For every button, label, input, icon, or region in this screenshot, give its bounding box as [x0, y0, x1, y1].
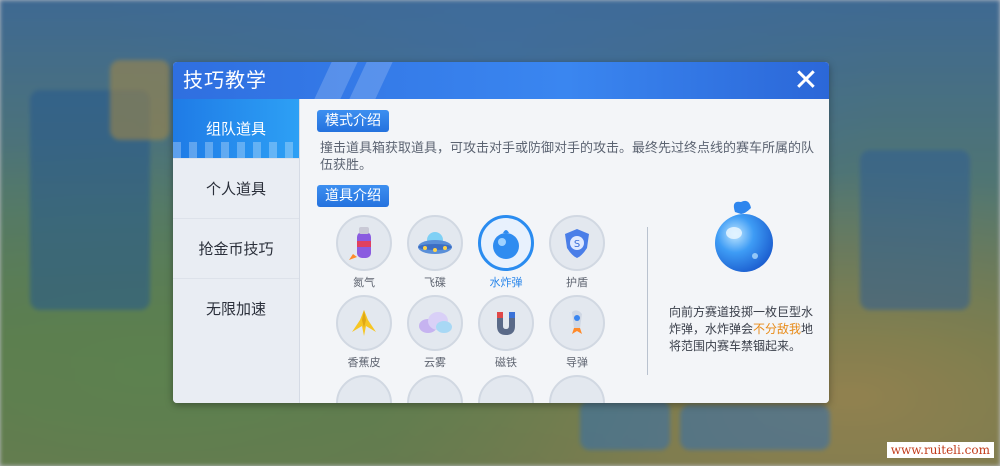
item-cloud[interactable]: 云雾 [402, 295, 468, 370]
item-water-bomb[interactable]: 水炸弹 [473, 215, 539, 290]
tab-label: 个人道具 [205, 180, 266, 198]
tab-label: 组队道具 [205, 120, 266, 138]
missile-icon [549, 295, 605, 351]
content-area: 模式介绍 撞击道具箱获取道具，可攻击对手或防御对手的攻击。最终先过终点线的赛车所… [300, 99, 829, 403]
tab-label: 无限加速 [205, 300, 266, 318]
item-shield[interactable]: S 护盾 [544, 215, 610, 290]
item-circle [336, 375, 392, 403]
tab-label: 抢金币技巧 [198, 240, 274, 258]
mode-description: 撞击道具箱获取道具，可攻击对手或防御对手的攻击。最终先过终点线的赛车所属的队伍获… [320, 141, 815, 173]
item-missile[interactable]: 导弹 [544, 295, 610, 370]
item-ufo[interactable]: 飞碟 [402, 215, 468, 290]
item-partial[interactable] [331, 375, 397, 403]
shield-icon: S [549, 215, 605, 271]
water-bomb-icon [478, 215, 534, 271]
item-label: 导弹 [566, 356, 588, 369]
dialog-title: 技巧教学 [183, 68, 267, 92]
divider [647, 227, 648, 375]
item-label: 云雾 [424, 356, 446, 369]
item-partial[interactable] [473, 375, 539, 403]
magnet-icon [478, 295, 534, 351]
mode-section-title: 模式介绍 [317, 110, 389, 132]
item-partial[interactable] [544, 375, 610, 403]
item-circle [407, 375, 463, 403]
tutorial-dialog: 技巧教学 ✕ 组队道具 个人道具 抢金币技巧 无限加速 模式介绍 撞击道具箱获取… [173, 62, 829, 403]
tab-personal-items[interactable]: 个人道具 [173, 159, 299, 219]
item-partial[interactable] [402, 375, 468, 403]
item-banana-peel[interactable]: 香蕉皮 [331, 295, 397, 370]
item-label: 香蕉皮 [347, 356, 381, 369]
watermark: www.ruiteli.com [886, 442, 994, 458]
close-icon[interactable]: ✕ [789, 64, 823, 98]
title-bar: 技巧教学 ✕ [173, 62, 829, 99]
item-circle [478, 375, 534, 403]
item-label: 水炸弹 [489, 276, 523, 289]
nitro-bottle-icon [336, 215, 392, 271]
sidebar: 组队道具 个人道具 抢金币技巧 无限加速 [173, 99, 300, 403]
item-magnet[interactable]: 磁铁 [473, 295, 539, 370]
water-bomb-large-icon [705, 198, 783, 276]
item-circle [549, 375, 605, 403]
checker-pattern [173, 142, 299, 158]
item-label: 氮气 [353, 276, 375, 289]
cloud-icon [407, 295, 463, 351]
detail-text-highlight: 不分敌我 [753, 322, 802, 336]
item-label: 磁铁 [495, 356, 517, 369]
banana-peel-icon [336, 295, 392, 351]
item-nitro[interactable]: 氮气 [331, 215, 397, 290]
item-label: 护盾 [566, 276, 588, 289]
tab-coin-tips[interactable]: 抢金币技巧 [173, 219, 299, 279]
tab-infinite-boost[interactable]: 无限加速 [173, 279, 299, 338]
item-detail-text: 向前方赛道投掷一枚巨型水炸弹，水炸弹会不分敌我地将范围内赛车禁锢起来。 [669, 304, 817, 355]
svg-text:S: S [574, 239, 580, 250]
item-label: 飞碟 [424, 276, 446, 289]
tab-team-items[interactable]: 组队道具 [173, 99, 299, 159]
items-section-title: 道具介绍 [317, 185, 389, 207]
ufo-icon [407, 215, 463, 271]
